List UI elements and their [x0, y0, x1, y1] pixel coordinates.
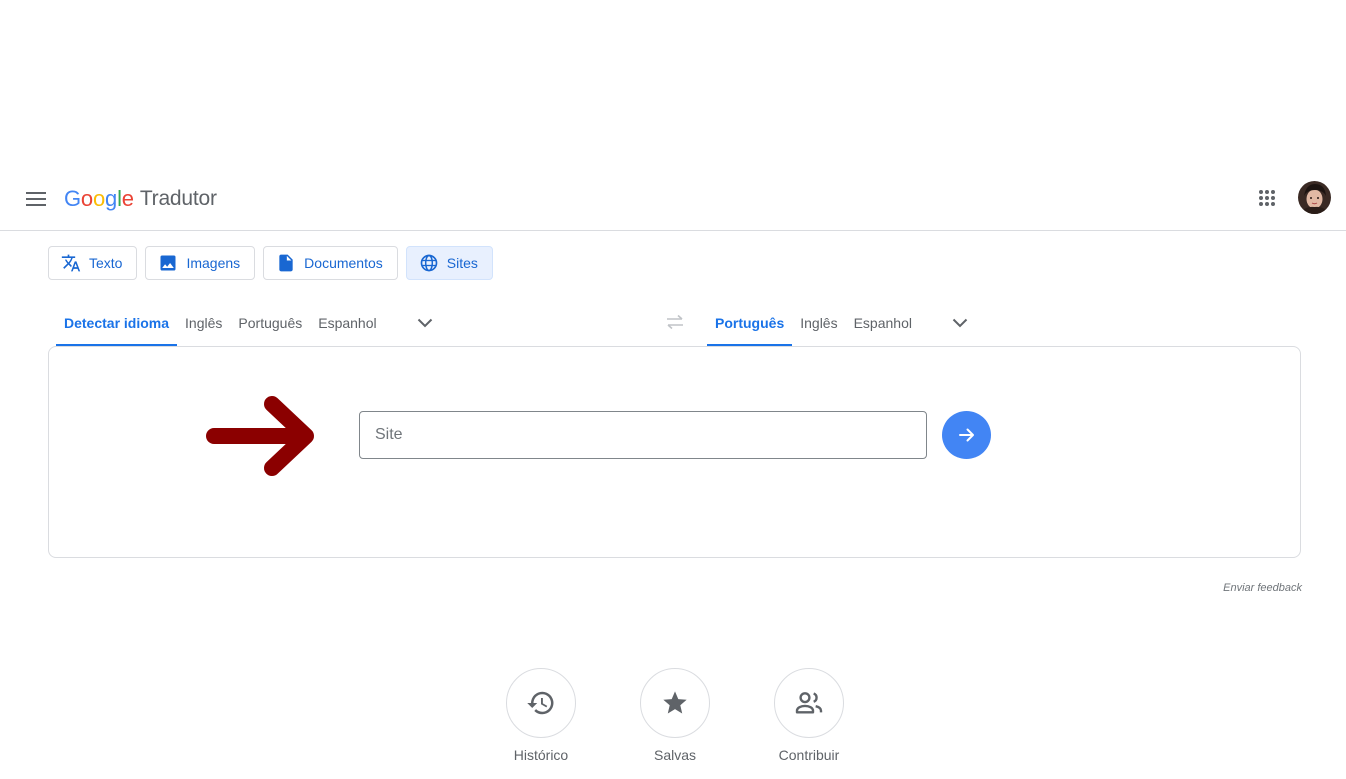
saved-label: Salvas [653, 747, 697, 763]
logo-letter: o [80, 186, 93, 211]
translation-mode-tabs: Texto Imagens Documentos Sites [48, 246, 493, 280]
chevron-down-icon [417, 318, 432, 328]
google-apps-button[interactable] [1252, 183, 1282, 213]
google-translate-logo[interactable]: Google Tradutor [64, 184, 217, 214]
history-icon [527, 691, 554, 715]
translate-page: Google Tradutor Texto Imagens Documentos… [0, 0, 1346, 779]
image-icon [160, 255, 176, 271]
logo-letter: G [64, 186, 81, 211]
target-lang-spanish[interactable]: Espanhol [846, 300, 920, 346]
history-label: Histórico [513, 747, 569, 763]
mode-tab-sites[interactable]: Sites [405, 246, 493, 280]
avatar-photo-icon [1298, 181, 1331, 214]
source-lang-detect[interactable]: Detectar idioma [56, 300, 178, 346]
mode-tab-label: Sites [446, 255, 478, 271]
source-lang-english[interactable]: Inglês [177, 300, 230, 346]
apps-grid-icon [1259, 190, 1275, 206]
target-language-more-button[interactable] [940, 300, 980, 346]
translate-icon [61, 254, 81, 272]
star-icon [663, 691, 687, 714]
target-lang-portuguese[interactable]: Português [707, 300, 793, 346]
arrow-right-icon [958, 428, 974, 442]
contribute-button[interactable]: Contribuir [773, 668, 845, 763]
product-name: Tradutor [139, 187, 217, 210]
chevron-down-icon [952, 318, 968, 328]
app-header: Google Tradutor [0, 168, 1346, 231]
send-feedback-link[interactable]: Enviar feedback [1223, 582, 1302, 594]
saved-button[interactable]: Salvas [639, 668, 711, 763]
swap-languages-button[interactable] [662, 310, 688, 334]
source-language-bar: Detectar idioma Inglês Português Espanho… [56, 300, 445, 346]
mode-tab-documents[interactable]: Documentos [263, 246, 398, 280]
mode-tab-label: Imagens [186, 255, 241, 271]
source-lang-spanish[interactable]: Espanhol [310, 300, 384, 346]
saved-button-circle [640, 668, 710, 738]
mode-tab-label: Documentos [304, 255, 383, 271]
people-icon [795, 692, 823, 714]
history-button[interactable]: Histórico [505, 668, 577, 763]
swap-arrows-icon [667, 314, 683, 330]
mode-tab-label: Texto [89, 255, 123, 271]
mode-tab-text[interactable]: Texto [48, 246, 138, 280]
red-arrow-annotation-icon [206, 396, 314, 476]
mode-tab-images[interactable]: Imagens [145, 246, 256, 280]
account-avatar[interactable] [1298, 181, 1331, 214]
logo-letter: o [92, 186, 106, 211]
contribute-button-circle [774, 668, 844, 738]
history-button-circle [506, 668, 576, 738]
site-url-input[interactable] [359, 411, 927, 459]
source-lang-portuguese[interactable]: Português [230, 300, 310, 346]
target-lang-english[interactable]: Inglês [792, 300, 845, 346]
translate-site-button[interactable] [942, 411, 991, 459]
logo-letter: g [105, 186, 118, 211]
document-icon [279, 254, 293, 272]
source-language-more-button[interactable] [405, 300, 445, 346]
hamburger-menu-icon [26, 192, 46, 206]
contribute-label: Contribuir [778, 747, 840, 763]
logo-letter: e [121, 186, 134, 211]
target-language-bar: Português Inglês Espanhol [707, 300, 980, 346]
globe-icon [420, 254, 438, 272]
bottom-actions: Histórico Salvas Contribuir [505, 668, 845, 763]
main-menu-button[interactable] [22, 185, 50, 213]
